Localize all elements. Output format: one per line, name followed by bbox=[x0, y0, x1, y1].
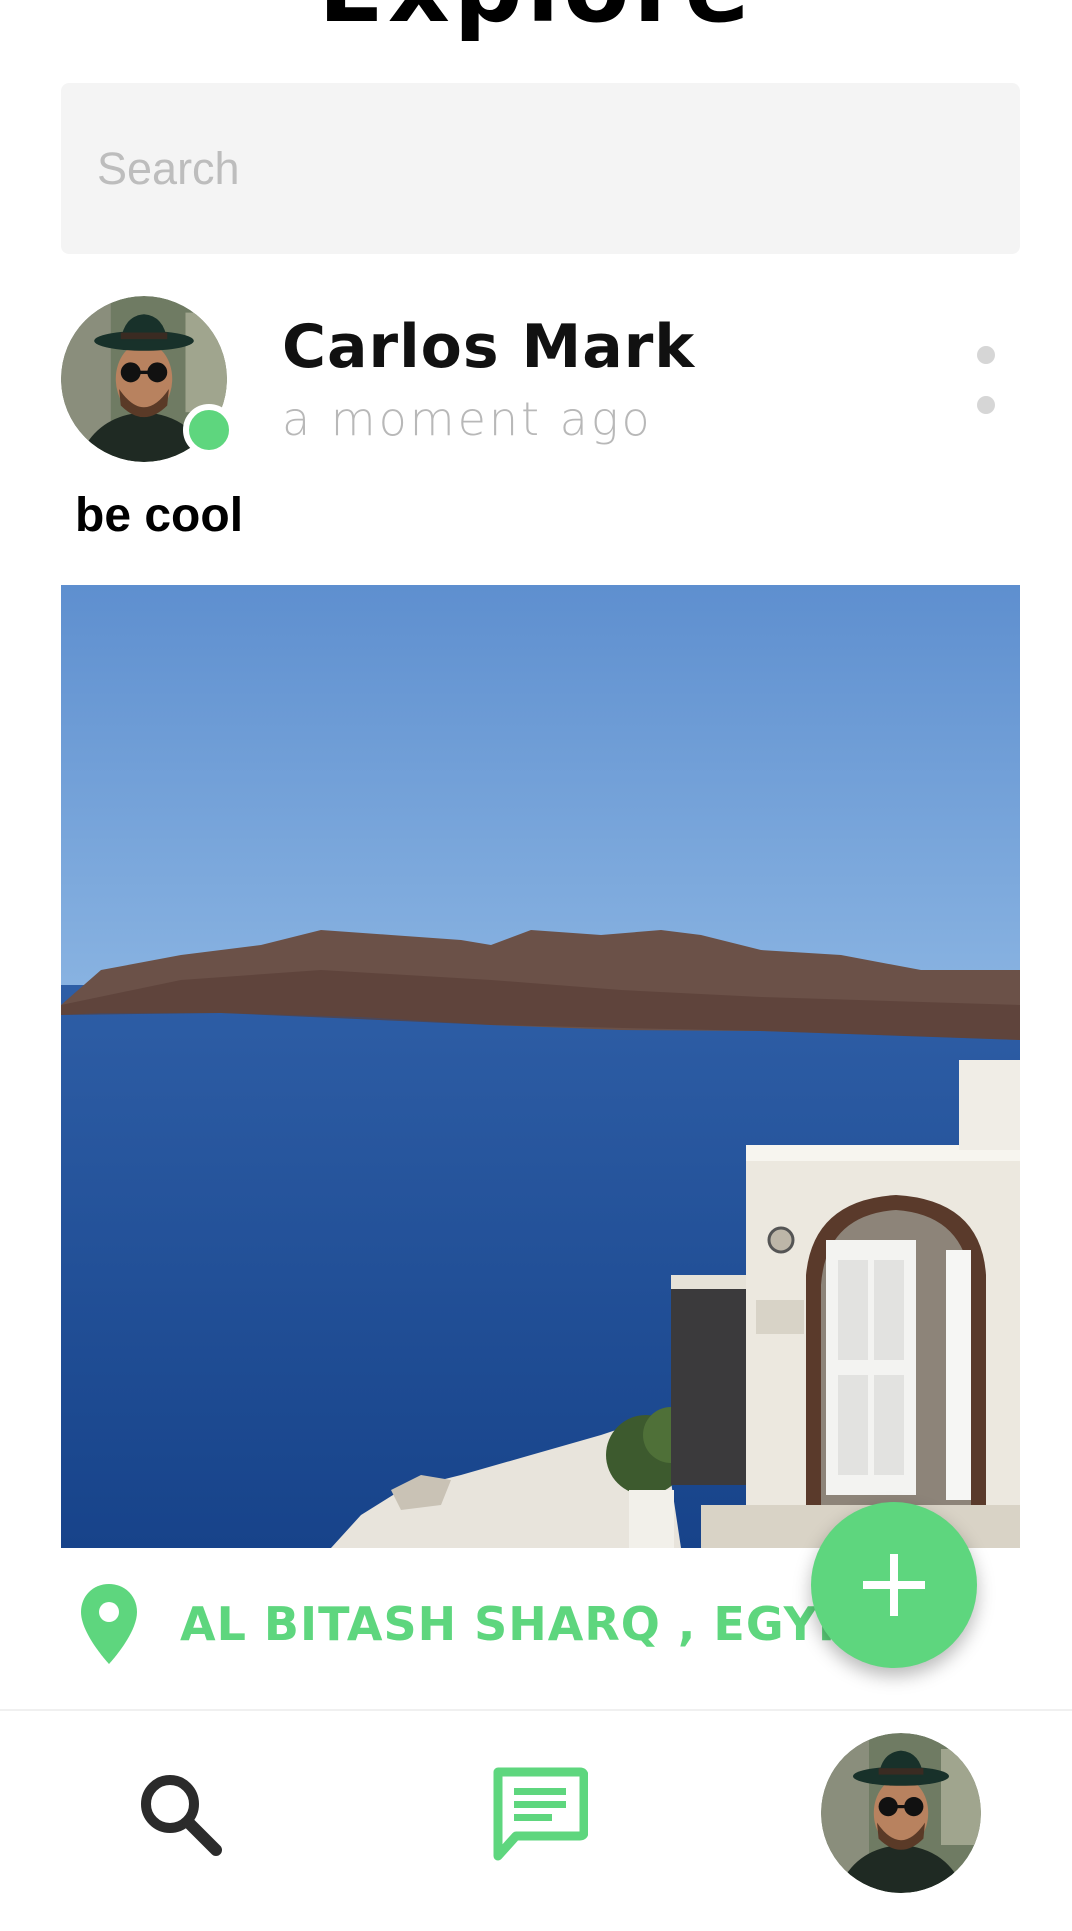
online-status-dot bbox=[183, 404, 235, 456]
page-title: Explore bbox=[0, 0, 1072, 38]
search-icon bbox=[141, 1775, 222, 1856]
search-bar[interactable] bbox=[61, 83, 1020, 254]
nav-chat-button[interactable] bbox=[490, 1766, 589, 1864]
more-options-button[interactable] bbox=[968, 346, 1004, 414]
author-name[interactable]: Carlos Mark bbox=[282, 312, 695, 382]
nav-search-button[interactable] bbox=[134, 1768, 224, 1858]
post-timestamp: a moment ago bbox=[282, 392, 653, 446]
search-input[interactable] bbox=[95, 141, 1020, 196]
nav-profile-button[interactable] bbox=[821, 1733, 981, 1893]
more-vertical-icon bbox=[977, 346, 995, 364]
post-caption: be cool bbox=[75, 489, 244, 542]
chat-icon bbox=[493, 1767, 589, 1861]
author-avatar[interactable] bbox=[61, 296, 235, 462]
add-post-button[interactable] bbox=[811, 1502, 977, 1668]
post-photo[interactable] bbox=[61, 585, 1020, 1548]
location-label: AL BITASH SHARQ , EGYPT bbox=[180, 1597, 885, 1651]
profile-avatar-image bbox=[821, 1733, 981, 1893]
bottom-navigation bbox=[0, 1709, 1072, 1931]
plus-icon bbox=[863, 1554, 925, 1616]
more-dot bbox=[977, 396, 995, 414]
post-location[interactable]: AL BITASH SHARQ , EGYPT bbox=[78, 1582, 885, 1666]
location-pin-icon bbox=[81, 1584, 137, 1664]
santorini-photo bbox=[61, 585, 1020, 1548]
